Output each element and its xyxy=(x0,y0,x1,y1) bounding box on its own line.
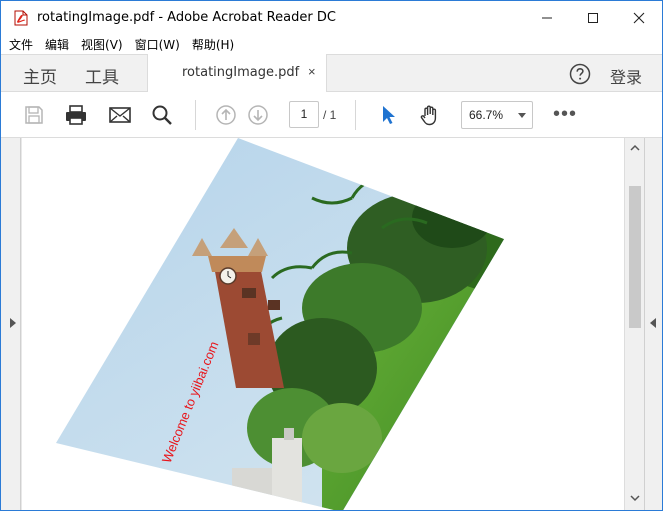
close-icon xyxy=(633,12,645,23)
right-panel-collapsed xyxy=(644,138,662,510)
printer-icon xyxy=(66,105,86,125)
envelope-icon xyxy=(109,107,131,123)
print-button[interactable] xyxy=(63,102,89,128)
tab-home[interactable]: 主页 xyxy=(23,63,57,88)
more-tools-button[interactable]: ••• xyxy=(553,103,577,126)
title-bar: rotatingImage.pdf - Adobe Acrobat Reader… xyxy=(1,1,662,34)
menu-help[interactable]: 帮助(H) xyxy=(192,36,234,53)
pointer-arrow-icon xyxy=(383,106,395,124)
expand-left-panel-icon[interactable] xyxy=(10,318,16,328)
arrow-down-circle-icon xyxy=(248,105,268,125)
save-button[interactable] xyxy=(21,102,47,128)
toolbar-separator xyxy=(195,100,196,130)
scroll-thumb[interactable] xyxy=(629,186,641,328)
scroll-up-icon[interactable] xyxy=(630,144,640,152)
tab-bar: 主页 工具 rotatingImage.pdf × 登录 xyxy=(1,54,662,93)
page-total: / 1 xyxy=(323,108,337,122)
window-title: rotatingImage.pdf - Adobe Acrobat Reader… xyxy=(37,10,336,25)
hand-icon xyxy=(420,105,437,126)
scroll-down-icon[interactable] xyxy=(630,494,640,502)
search-icon xyxy=(152,105,172,125)
email-button[interactable] xyxy=(107,102,133,128)
page-number-input[interactable]: 1 xyxy=(289,101,319,128)
toolbar-separator xyxy=(355,100,356,130)
zoom-dropdown[interactable]: 66.7% xyxy=(461,101,533,129)
menu-edit[interactable]: 编辑 xyxy=(45,36,69,53)
minimize-button[interactable] xyxy=(524,1,570,34)
menu-file[interactable]: 文件 xyxy=(9,36,33,53)
rotated-image: Welcome to yiibai.com xyxy=(56,138,504,510)
acrobat-window: rotatingImage.pdf - Adobe Acrobat Reader… xyxy=(0,0,663,511)
help-icon[interactable] xyxy=(569,63,591,85)
acrobat-pdf-icon xyxy=(13,10,29,26)
select-tool-button[interactable] xyxy=(375,102,401,128)
hand-tool-button[interactable] xyxy=(417,102,443,128)
save-icon xyxy=(25,106,43,124)
tab-tools[interactable]: 工具 xyxy=(85,63,119,88)
tab-document[interactable]: rotatingImage.pdf × xyxy=(147,54,327,93)
close-tab-button[interactable]: × xyxy=(308,64,316,79)
document-area: Welcome to yiibai.com xyxy=(1,138,662,510)
window-controls xyxy=(524,1,662,34)
zoom-value: 66.7% xyxy=(469,108,504,122)
menu-bar: 文件 编辑 视图(V) 窗口(W) 帮助(H) xyxy=(1,34,662,54)
minimize-icon xyxy=(542,17,552,18)
arrow-up-circle-icon xyxy=(216,105,236,125)
pdf-page: Welcome to yiibai.com xyxy=(22,138,624,510)
maximize-icon xyxy=(588,12,598,23)
sign-in-link[interactable]: 登录 xyxy=(610,64,642,88)
close-window-button[interactable] xyxy=(616,1,662,34)
chevron-down-icon xyxy=(518,113,526,118)
menu-window[interactable]: 窗口(W) xyxy=(135,36,180,53)
previous-page-button[interactable] xyxy=(213,102,239,128)
toolbar: 1 / 1 66.7% ••• xyxy=(1,92,662,138)
vertical-scrollbar[interactable] xyxy=(624,138,644,510)
maximize-button[interactable] xyxy=(570,1,616,34)
next-page-button[interactable] xyxy=(245,102,271,128)
document-tab-label: rotatingImage.pdf xyxy=(182,65,300,80)
expand-right-panel-icon[interactable] xyxy=(650,318,656,328)
left-panel-collapsed xyxy=(1,138,21,510)
menu-view[interactable]: 视图(V) xyxy=(81,36,123,53)
search-button[interactable] xyxy=(149,102,175,128)
